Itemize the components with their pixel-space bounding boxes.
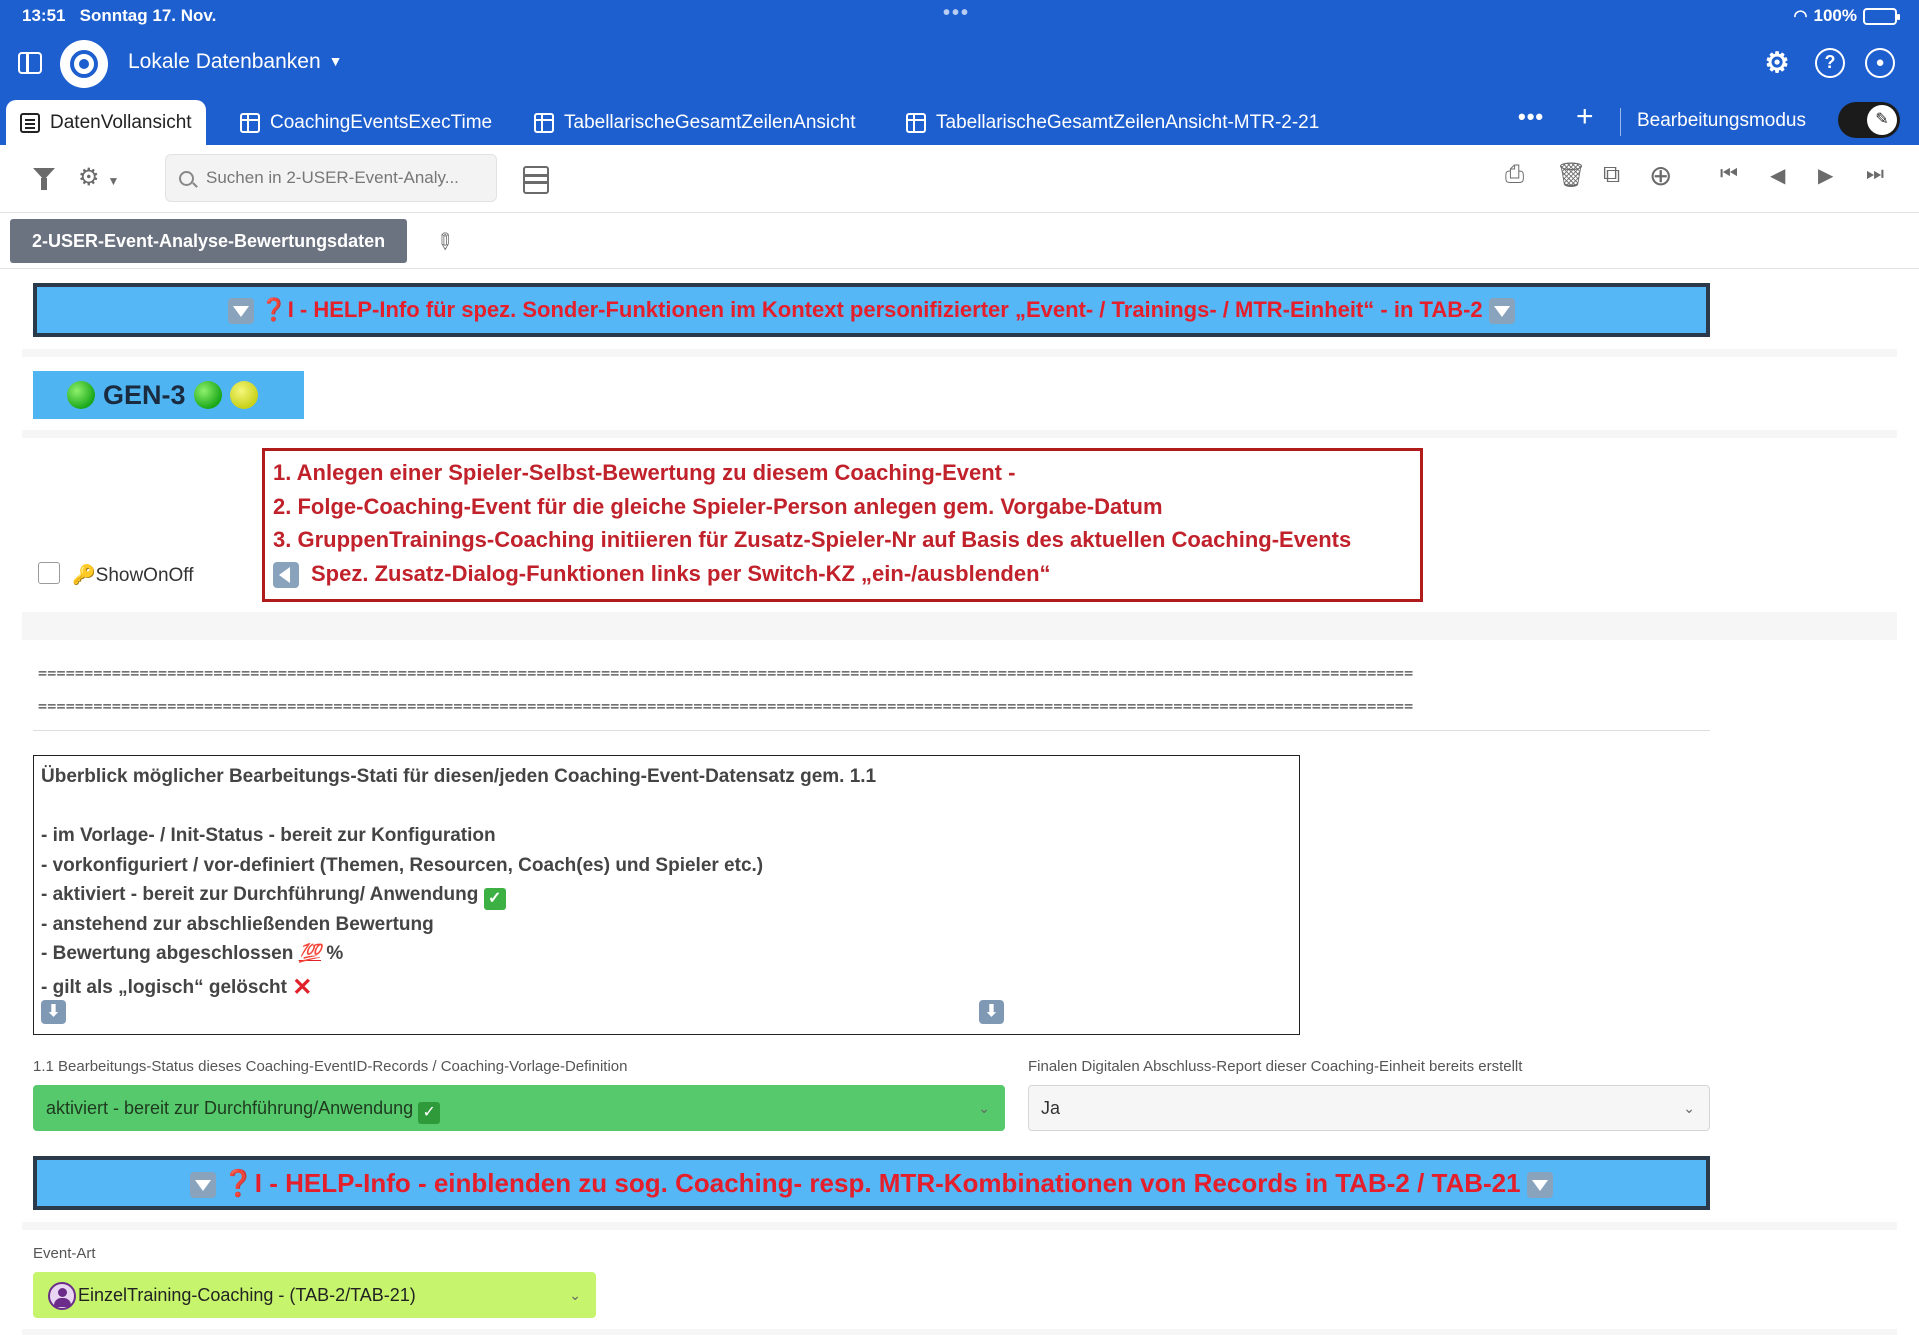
delete-icon[interactable]: 🗑︎ (1556, 161, 1586, 190)
next-record-icon[interactable]: ▶ (1818, 163, 1833, 188)
wifi-icon: ◠ (1793, 8, 1808, 25)
user-avatar-icon (48, 1282, 76, 1311)
tab-datenvollansicht[interactable]: DatenVollansicht (6, 100, 206, 145)
app-bar: Lokale Datenbanken ▼ ⚙ ? ● (0, 38, 1919, 90)
check-mark-icon: ✓ (483, 888, 506, 910)
scroll-down-icon[interactable]: ⬇ (41, 1000, 66, 1024)
help-icon[interactable]: ? (1815, 48, 1845, 78)
chevron-down-icon: ⌄ (978, 1100, 990, 1116)
layout-icon[interactable] (523, 166, 549, 194)
last-record-icon[interactable]: ⏭ (1866, 163, 1884, 186)
table-icon (534, 112, 554, 133)
expand-down-icon (228, 298, 255, 325)
status-field-label: 1.1 Bearbeitungs-Status dieses Coaching-… (33, 1058, 628, 1075)
record-title-bar: 2-USER-Event-Analyse-Bewertungsdaten ✎ (0, 213, 1919, 269)
step-item[interactable]: 3. GruppenTrainings-Coaching initiieren … (273, 527, 1420, 561)
step-item[interactable]: 2. Folge-Coaching-Event für die gleiche … (273, 494, 1420, 528)
status-item: - gilt als „logisch“ gelöscht ✕ (41, 973, 313, 1001)
event-type-select[interactable]: EinzelTraining-Coaching - (TAB-2/TAB-21)… (33, 1272, 596, 1318)
settings-gear-icon[interactable]: ⚙ (1762, 48, 1792, 78)
tab-tabellarischegesamtzeilenansicht[interactable]: TabellarischeGesamtZeilenAnsicht (520, 100, 869, 145)
more-tabs-icon[interactable]: ••• (1518, 104, 1544, 130)
add-record-icon[interactable]: ⊕ (1649, 159, 1672, 192)
generation-badge: GEN-3 (33, 371, 304, 419)
report-field-label: Finalen Digitalen Abschluss-Report diese… (1028, 1058, 1523, 1075)
cross-mark-icon: ✕ (292, 973, 313, 1001)
battery-icon (1863, 7, 1900, 25)
search-icon (179, 171, 194, 186)
section-divider (22, 430, 1897, 438)
show-on-off-label: 🔑ShowOnOff (72, 565, 194, 586)
multitasking-dots-icon[interactable]: ••• (943, 2, 970, 25)
tab-coachingeventsexectime[interactable]: CoachingEventsExecTime (226, 100, 506, 145)
status-overview-title: Überblick möglicher Bearbeitungs-Stati f… (41, 766, 877, 787)
section-divider (22, 349, 1897, 357)
database-selector[interactable]: Lokale Datenbanken ▼ (128, 50, 343, 74)
green-circle-icon (67, 381, 95, 409)
divider (33, 730, 1710, 731)
status-select[interactable]: aktiviert - bereit zur Durchführung/Anwe… (33, 1085, 1005, 1131)
expand-down-icon (190, 1172, 217, 1199)
show-on-off-checkbox[interactable] (38, 562, 60, 584)
record-title[interactable]: 2-USER-Event-Analyse-Bewertungsdaten (10, 219, 408, 263)
edit-mode-toggle[interactable]: ✎ (1838, 102, 1900, 138)
separator-line: ========================================… (38, 664, 1414, 682)
event-type-label: Event-Art (33, 1245, 96, 1262)
tab-divider (1620, 108, 1621, 136)
battery-percent: 100% (1813, 6, 1857, 25)
print-icon[interactable]: ⎙ (1505, 161, 1524, 189)
table-icon (240, 112, 260, 133)
status-indicators: ◠ 100% (1793, 6, 1900, 26)
status-item: - anstehend zur abschließenden Bewertung (41, 913, 434, 935)
separator-line: ========================================… (38, 697, 1414, 715)
step-item[interactable]: 1. Anlegen einer Spieler-Selbst-Bewertun… (273, 460, 1420, 494)
green-circle-icon (193, 381, 222, 409)
app-logo-icon (60, 40, 108, 88)
status-bar: 13:51 Sonntag 17. Nov. ••• ◠ 100% (0, 0, 1919, 32)
report-select[interactable]: Ja ⌄ (1028, 1085, 1710, 1131)
steps-box: 1. Anlegen einer Spieler-Selbst-Bewertun… (262, 448, 1423, 602)
status-item: - im Vorlage- / Init-Status - bereit zur… (41, 825, 496, 846)
toolbar: ⚙ ▼ Suchen in 2-USER-Event-Analy... ⎙ 🗑︎ … (0, 145, 1919, 213)
account-icon[interactable]: ● (1865, 48, 1895, 78)
add-tab-icon[interactable]: + (1576, 100, 1594, 134)
expand-down-icon (1488, 298, 1515, 325)
settings-menu-icon[interactable]: ⚙ ▼ (78, 163, 119, 192)
status-overview-box: Überblick möglicher Bearbeitungs-Stati f… (33, 755, 1300, 1035)
chevron-down-icon: ▼ (328, 53, 343, 69)
edit-mode-label: Bearbeitungsmodus (1637, 110, 1806, 131)
check-mark-icon: ✓ (418, 1102, 441, 1124)
chevron-down-icon: ⌄ (569, 1287, 581, 1303)
table-icon (906, 112, 926, 133)
status-item: - vorkonfiguriert / vor-definiert (Theme… (41, 854, 764, 876)
sidebar-toggle-icon[interactable] (18, 52, 42, 74)
tennis-ball-icon (229, 381, 258, 409)
previous-record-icon[interactable]: ◀ (1770, 163, 1785, 188)
hundred-points-icon: 💯 (298, 943, 322, 963)
chevron-down-icon: ⌄ (1683, 1100, 1695, 1116)
scroll-down-icon[interactable]: ⬇ (979, 1000, 1004, 1024)
section-divider (22, 1329, 1897, 1335)
help-banner-tab2[interactable]: ❓I - HELP-Info für spez. Sonder-Funktion… (33, 283, 1710, 337)
help-banner-combinations[interactable]: ❓I - HELP-Info - einblenden zu sog. Coac… (33, 1156, 1710, 1210)
document-icon (20, 112, 40, 133)
tab-bar: DatenVollansicht CoachingEventsExecTime … (0, 96, 1919, 145)
first-record-icon[interactable]: ⏮ (1720, 163, 1738, 186)
status-time: 13:51 Sonntag 17. Nov. (22, 6, 217, 25)
step-item: Spez. Zusatz-Dialog-Funktionen links per… (273, 561, 1420, 595)
status-item: - aktiviert - bereit zur Durchführung/ A… (41, 884, 1299, 914)
expand-down-icon (1526, 1172, 1553, 1199)
collapse-left-icon[interactable] (273, 561, 299, 588)
attachment-icon[interactable]: ✎ (429, 226, 460, 257)
filter-icon[interactable] (33, 168, 55, 190)
app-header: 13:51 Sonntag 17. Nov. ••• ◠ 100% Lokale… (0, 0, 1919, 145)
duplicate-icon[interactable]: ⧉ (1603, 161, 1620, 189)
wrench-icon: ✎ (1867, 105, 1897, 135)
section-divider (22, 1222, 1897, 1230)
status-item: - Bewertung abgeschlossen 💯 % (41, 943, 344, 964)
section-divider (22, 612, 1897, 640)
search-input[interactable]: Suchen in 2-USER-Event-Analy... (165, 154, 497, 202)
tab-tabellarischegesamtzeilenansicht-mtr[interactable]: TabellarischeGesamtZeilenAnsicht-MTR-2-2… (892, 100, 1333, 145)
